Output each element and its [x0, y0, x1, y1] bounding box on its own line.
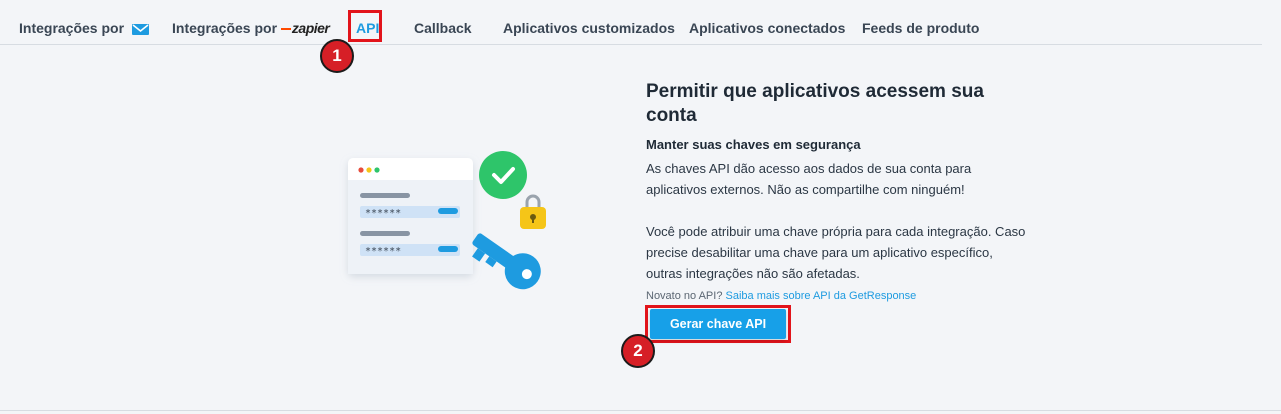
getresponse-envelope-icon: [131, 23, 149, 35]
tab-custom-apps[interactable]: Aplicativos customizados: [503, 0, 675, 44]
page-title: Permitir que aplicativos acessem sua con…: [646, 81, 984, 126]
key-icon: [472, 233, 541, 290]
tab-zapier-integrations[interactable]: Integrações por zapier: [172, 0, 330, 44]
tab-label: Integrações por: [19, 20, 125, 36]
tab-label: Integrações por: [172, 20, 278, 36]
window-dot-green: [374, 167, 380, 173]
window-dot-yellow: [366, 167, 372, 173]
tab-bar: Integrações por Integrações por zapier A…: [0, 0, 1262, 45]
masked-key-1: ******: [365, 208, 401, 219]
description-paragraph-2: Você pode atribuir uma chave própria par…: [646, 224, 1026, 281]
tab-label: Aplicativos customizados: [503, 20, 675, 36]
api-info-section: Permitir que aplicativos acessem sua con…: [646, 80, 1026, 304]
api-tab-highlight: [348, 10, 382, 42]
help-note: Novato no API? Saiba mais sobre API da G…: [646, 288, 1026, 304]
bottom-divider: [0, 410, 1281, 411]
step-marker-2: 2: [621, 334, 655, 368]
help-note-prefix: Novato no API?: [646, 290, 723, 302]
description-paragraph-1: As chaves API dão acesso aos dados de su…: [646, 161, 972, 197]
tab-callback[interactable]: Callback: [414, 0, 472, 44]
lock-icon: [520, 194, 546, 229]
tab-product-feeds[interactable]: Feeds de produto: [862, 0, 979, 44]
step-marker-1: 1: [320, 39, 354, 73]
section-subtitle: Manter suas chaves em segurança: [646, 137, 861, 152]
window-dot-red: [358, 167, 364, 173]
tab-getresponse-integrations[interactable]: Integrações por: [19, 0, 149, 44]
api-keys-illustration: ****** ******: [348, 151, 546, 290]
tab-label: Aplicativos conectados: [689, 20, 846, 36]
masked-key-2: ******: [365, 246, 401, 257]
tab-label: Callback: [414, 20, 472, 36]
checkmark-icon: [479, 151, 527, 199]
zapier-logo: zapier: [280, 20, 330, 36]
tab-label: Feeds de produto: [862, 20, 980, 36]
generate-api-key-button[interactable]: Gerar chave API: [650, 309, 786, 339]
tab-connected-apps[interactable]: Aplicativos conectados: [689, 0, 845, 44]
learn-more-api-link[interactable]: Saiba mais sobre API da GetResponse: [726, 290, 917, 302]
